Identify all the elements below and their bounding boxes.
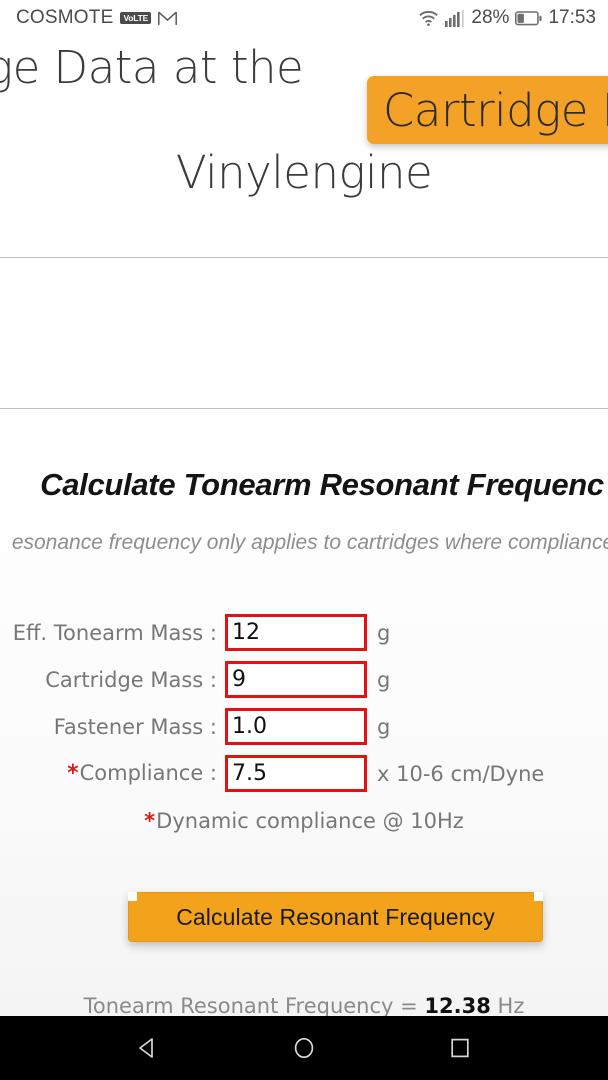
- back-button[interactable]: [126, 1026, 170, 1070]
- input-compliance-value: 7.5: [232, 760, 267, 786]
- result-prefix: Tonearm Resonant Frequency =: [83, 994, 425, 1016]
- battery-icon: [515, 10, 542, 26]
- web-page-viewport: ridge Data at the Vinylengine Cartridge …: [0, 36, 608, 1016]
- status-bar: COSMOTE VoLTE 28% 17:53: [0, 0, 608, 36]
- label-fastener-mass: Fastener Mass :: [53, 714, 217, 739]
- signal-bars-icon: [445, 9, 465, 27]
- site-header: ridge Data at the Vinylengine: [0, 36, 608, 254]
- unit-cartridge-mass: g: [377, 667, 391, 692]
- calculate-resonant-frequency-button[interactable]: Calculate Resonant Frequency: [128, 892, 543, 942]
- calculator-section: Calculate Tonearm Resonant Frequenc eson…: [0, 409, 608, 1016]
- cartridge-database-tag-label: Cartridge D: [383, 83, 608, 137]
- cartridge-database-tag[interactable]: Cartridge D: [367, 76, 608, 144]
- input-eff-tonearm-mass[interactable]: 12: [225, 614, 367, 651]
- status-bar-right: 28% 17:53: [418, 7, 596, 29]
- input-cartridge-mass[interactable]: 9: [225, 661, 367, 698]
- note-asterisk-icon: *: [144, 809, 156, 833]
- volte-badge: VoLTE: [120, 12, 152, 24]
- phone-screen: COSMOTE VoLTE 28% 17:53 e Data at the Vi…: [0, 0, 608, 1080]
- page-title-line2: Vinylengine: [175, 146, 433, 199]
- input-cartridge-mass-value: 9: [232, 666, 246, 692]
- gmail-icon: [158, 11, 178, 26]
- label-compliance: *Compliance :: [0, 761, 225, 786]
- calculator-title: Calculate Tonearm Resonant Frequenc: [40, 467, 604, 502]
- result-value: 12.38: [424, 994, 491, 1016]
- ad-slot: [0, 258, 608, 408]
- label-cartridge-mass: Cartridge Mass :: [45, 667, 217, 692]
- battery-percentage: 28%: [471, 7, 510, 28]
- required-asterisk-icon: *: [67, 761, 79, 786]
- calculate-button-label: Calculate Resonant Frequency: [176, 903, 495, 930]
- label-eff-tonearm-mass: Eff. Tonearm Mass :: [12, 620, 217, 645]
- home-icon: [294, 1037, 314, 1059]
- input-fastener-mass[interactable]: 1.0: [225, 708, 367, 745]
- form-row-compliance: *Compliance : 7.5 x 10-6 cm/Dyne: [0, 750, 608, 797]
- carrier-name: COSMOTE: [16, 7, 114, 28]
- result-line: Tonearm Resonant Frequency = 12.38 Hz: [0, 994, 608, 1016]
- label-compliance-text: Compliance :: [79, 761, 217, 785]
- home-button[interactable]: [282, 1026, 326, 1070]
- input-compliance[interactable]: 7.5: [225, 755, 367, 792]
- status-bar-left: COSMOTE VoLTE: [16, 7, 178, 29]
- input-fastener-mass-value: 1.0: [232, 713, 267, 739]
- result-suffix: Hz: [490, 994, 525, 1016]
- compliance-note: *Dynamic compliance @ 10Hz: [0, 809, 608, 833]
- unit-eff-tonearm-mass: g: [377, 620, 391, 645]
- compliance-note-text: Dynamic compliance @ 10Hz: [156, 809, 464, 833]
- back-icon: [139, 1038, 153, 1058]
- form-row-fastener-mass: Fastener Mass : 1.0 g: [0, 703, 608, 750]
- recents-icon: [451, 1038, 469, 1058]
- unit-fastener-mass: g: [377, 714, 391, 739]
- input-eff-tonearm-mass-value: 12: [232, 619, 260, 645]
- calculator-subtitle: esonance frequency only applies to cartr…: [11, 531, 608, 554]
- unit-compliance: x 10-6 cm/Dyne: [377, 761, 545, 786]
- form-row-cartridge-mass: Cartridge Mass : 9 g: [0, 656, 608, 703]
- clock: 17:53: [548, 7, 596, 28]
- recents-button[interactable]: [438, 1026, 482, 1070]
- android-nav-bar: [0, 1016, 608, 1080]
- form-row-eff-tonearm-mass: Eff. Tonearm Mass : 12 g: [0, 609, 608, 656]
- calculator-form: Eff. Tonearm Mass : 12 g Cartridge Mass …: [0, 609, 608, 797]
- wifi-icon: [418, 9, 439, 27]
